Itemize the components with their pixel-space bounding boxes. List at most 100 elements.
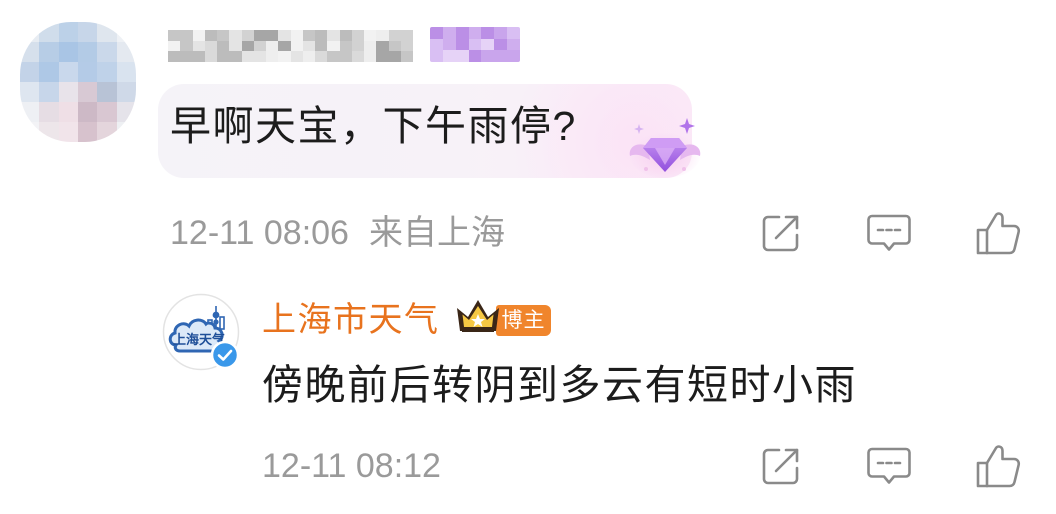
verified-icon bbox=[210, 340, 240, 375]
blur-tile bbox=[364, 40, 377, 52]
blur-tile bbox=[290, 30, 303, 41]
blur-tile bbox=[78, 102, 98, 122]
reply-text[interactable]: 傍晚前后转阴到多云有短时小雨 bbox=[262, 361, 857, 409]
blur-tile bbox=[97, 122, 117, 142]
blur-tile bbox=[266, 40, 279, 52]
blur-tile bbox=[400, 51, 413, 62]
comment-text: 早啊天宝，下午雨停? bbox=[170, 103, 577, 149]
blur-tile bbox=[481, 50, 495, 62]
like-icon[interactable] bbox=[974, 442, 1022, 490]
blur-tile bbox=[116, 102, 136, 122]
blur-tile bbox=[97, 42, 117, 62]
blur-tile bbox=[58, 62, 78, 82]
blur-tile bbox=[78, 122, 98, 142]
blur-tile bbox=[20, 122, 40, 142]
blur-tile bbox=[339, 40, 352, 52]
blur-tile bbox=[39, 122, 59, 142]
blur-tile bbox=[168, 40, 181, 52]
blur-tile bbox=[192, 51, 205, 62]
blur-tile bbox=[20, 82, 40, 102]
blur-tile bbox=[339, 51, 352, 62]
blur-tile bbox=[20, 62, 40, 82]
blur-tile bbox=[116, 22, 136, 42]
blur-tile bbox=[481, 38, 495, 51]
comment-location: 来自上海 bbox=[368, 214, 505, 252]
blur-tile bbox=[58, 42, 78, 62]
share-icon[interactable] bbox=[760, 445, 802, 487]
blur-tile bbox=[302, 30, 315, 41]
blur-tile bbox=[20, 42, 40, 62]
blur-tile bbox=[507, 38, 520, 51]
gem-badge-icon bbox=[626, 114, 704, 187]
blur-tile bbox=[229, 51, 242, 62]
blur-tile bbox=[78, 62, 98, 82]
blur-tile bbox=[278, 40, 291, 52]
reply-username[interactable]: 上海市天气 bbox=[262, 300, 440, 340]
blur-tile bbox=[430, 38, 443, 51]
like-icon[interactable] bbox=[974, 209, 1022, 257]
blur-tile bbox=[253, 30, 266, 41]
blur-tile bbox=[455, 27, 469, 39]
blur-tile bbox=[217, 51, 230, 62]
blur-tile bbox=[266, 51, 279, 62]
blur-tile bbox=[388, 51, 401, 62]
blur-tile bbox=[494, 38, 508, 51]
commenter-username-blurred[interactable] bbox=[168, 30, 413, 62]
blur-tile bbox=[204, 51, 217, 62]
comment-bubble[interactable]: 早啊天宝，下午雨停? bbox=[158, 84, 692, 178]
commenter-badge-blurred bbox=[430, 27, 520, 62]
blur-tile bbox=[302, 40, 315, 52]
blur-tile bbox=[217, 40, 230, 52]
blur-tile bbox=[388, 30, 401, 41]
blur-tile bbox=[455, 50, 469, 62]
blur-tile bbox=[78, 82, 98, 102]
reply-time: 12-11 08:12 bbox=[262, 447, 441, 485]
blur-tile bbox=[468, 27, 482, 39]
blur-tile bbox=[192, 30, 205, 41]
commenter-avatar[interactable] bbox=[20, 22, 136, 142]
comment-icon[interactable] bbox=[866, 445, 912, 487]
blur-tile bbox=[116, 62, 136, 82]
blur-tile bbox=[315, 40, 328, 52]
blur-tile bbox=[351, 30, 364, 41]
blur-tile bbox=[327, 40, 340, 52]
blur-tile bbox=[241, 40, 254, 52]
blur-tile bbox=[507, 50, 520, 62]
blur-tile bbox=[364, 30, 377, 41]
crown-icon bbox=[455, 297, 501, 342]
blur-tile bbox=[327, 51, 340, 62]
blur-tile bbox=[78, 42, 98, 62]
blur-tile bbox=[229, 40, 242, 52]
comment-icon[interactable] bbox=[866, 212, 912, 254]
blur-tile bbox=[376, 40, 389, 52]
blur-tile bbox=[430, 50, 443, 62]
blur-tile bbox=[400, 30, 413, 41]
blur-tile bbox=[97, 102, 117, 122]
blur-tile bbox=[116, 82, 136, 102]
blur-tile bbox=[290, 51, 303, 62]
blur-tile bbox=[468, 50, 482, 62]
blur-tile bbox=[302, 51, 315, 62]
blur-tile bbox=[430, 27, 443, 39]
blur-tile bbox=[39, 42, 59, 62]
blur-tile bbox=[327, 30, 340, 41]
blur-tile bbox=[39, 102, 59, 122]
blur-tile bbox=[116, 42, 136, 62]
blur-tile bbox=[39, 22, 59, 42]
blur-tile bbox=[58, 22, 78, 42]
role-badge: 博主 bbox=[496, 305, 551, 336]
blur-tile bbox=[116, 122, 136, 142]
blur-tile bbox=[180, 40, 193, 52]
blur-tile bbox=[376, 51, 389, 62]
blur-tile bbox=[58, 102, 78, 122]
blur-tile bbox=[78, 22, 98, 42]
blur-tile bbox=[39, 82, 59, 102]
blur-tile bbox=[388, 40, 401, 52]
blur-tile bbox=[442, 27, 456, 39]
blur-tile bbox=[180, 51, 193, 62]
blur-tile bbox=[241, 51, 254, 62]
blur-tile bbox=[39, 62, 59, 82]
blur-tile bbox=[58, 82, 78, 102]
blur-tile bbox=[20, 102, 40, 122]
share-icon[interactable] bbox=[760, 212, 802, 254]
